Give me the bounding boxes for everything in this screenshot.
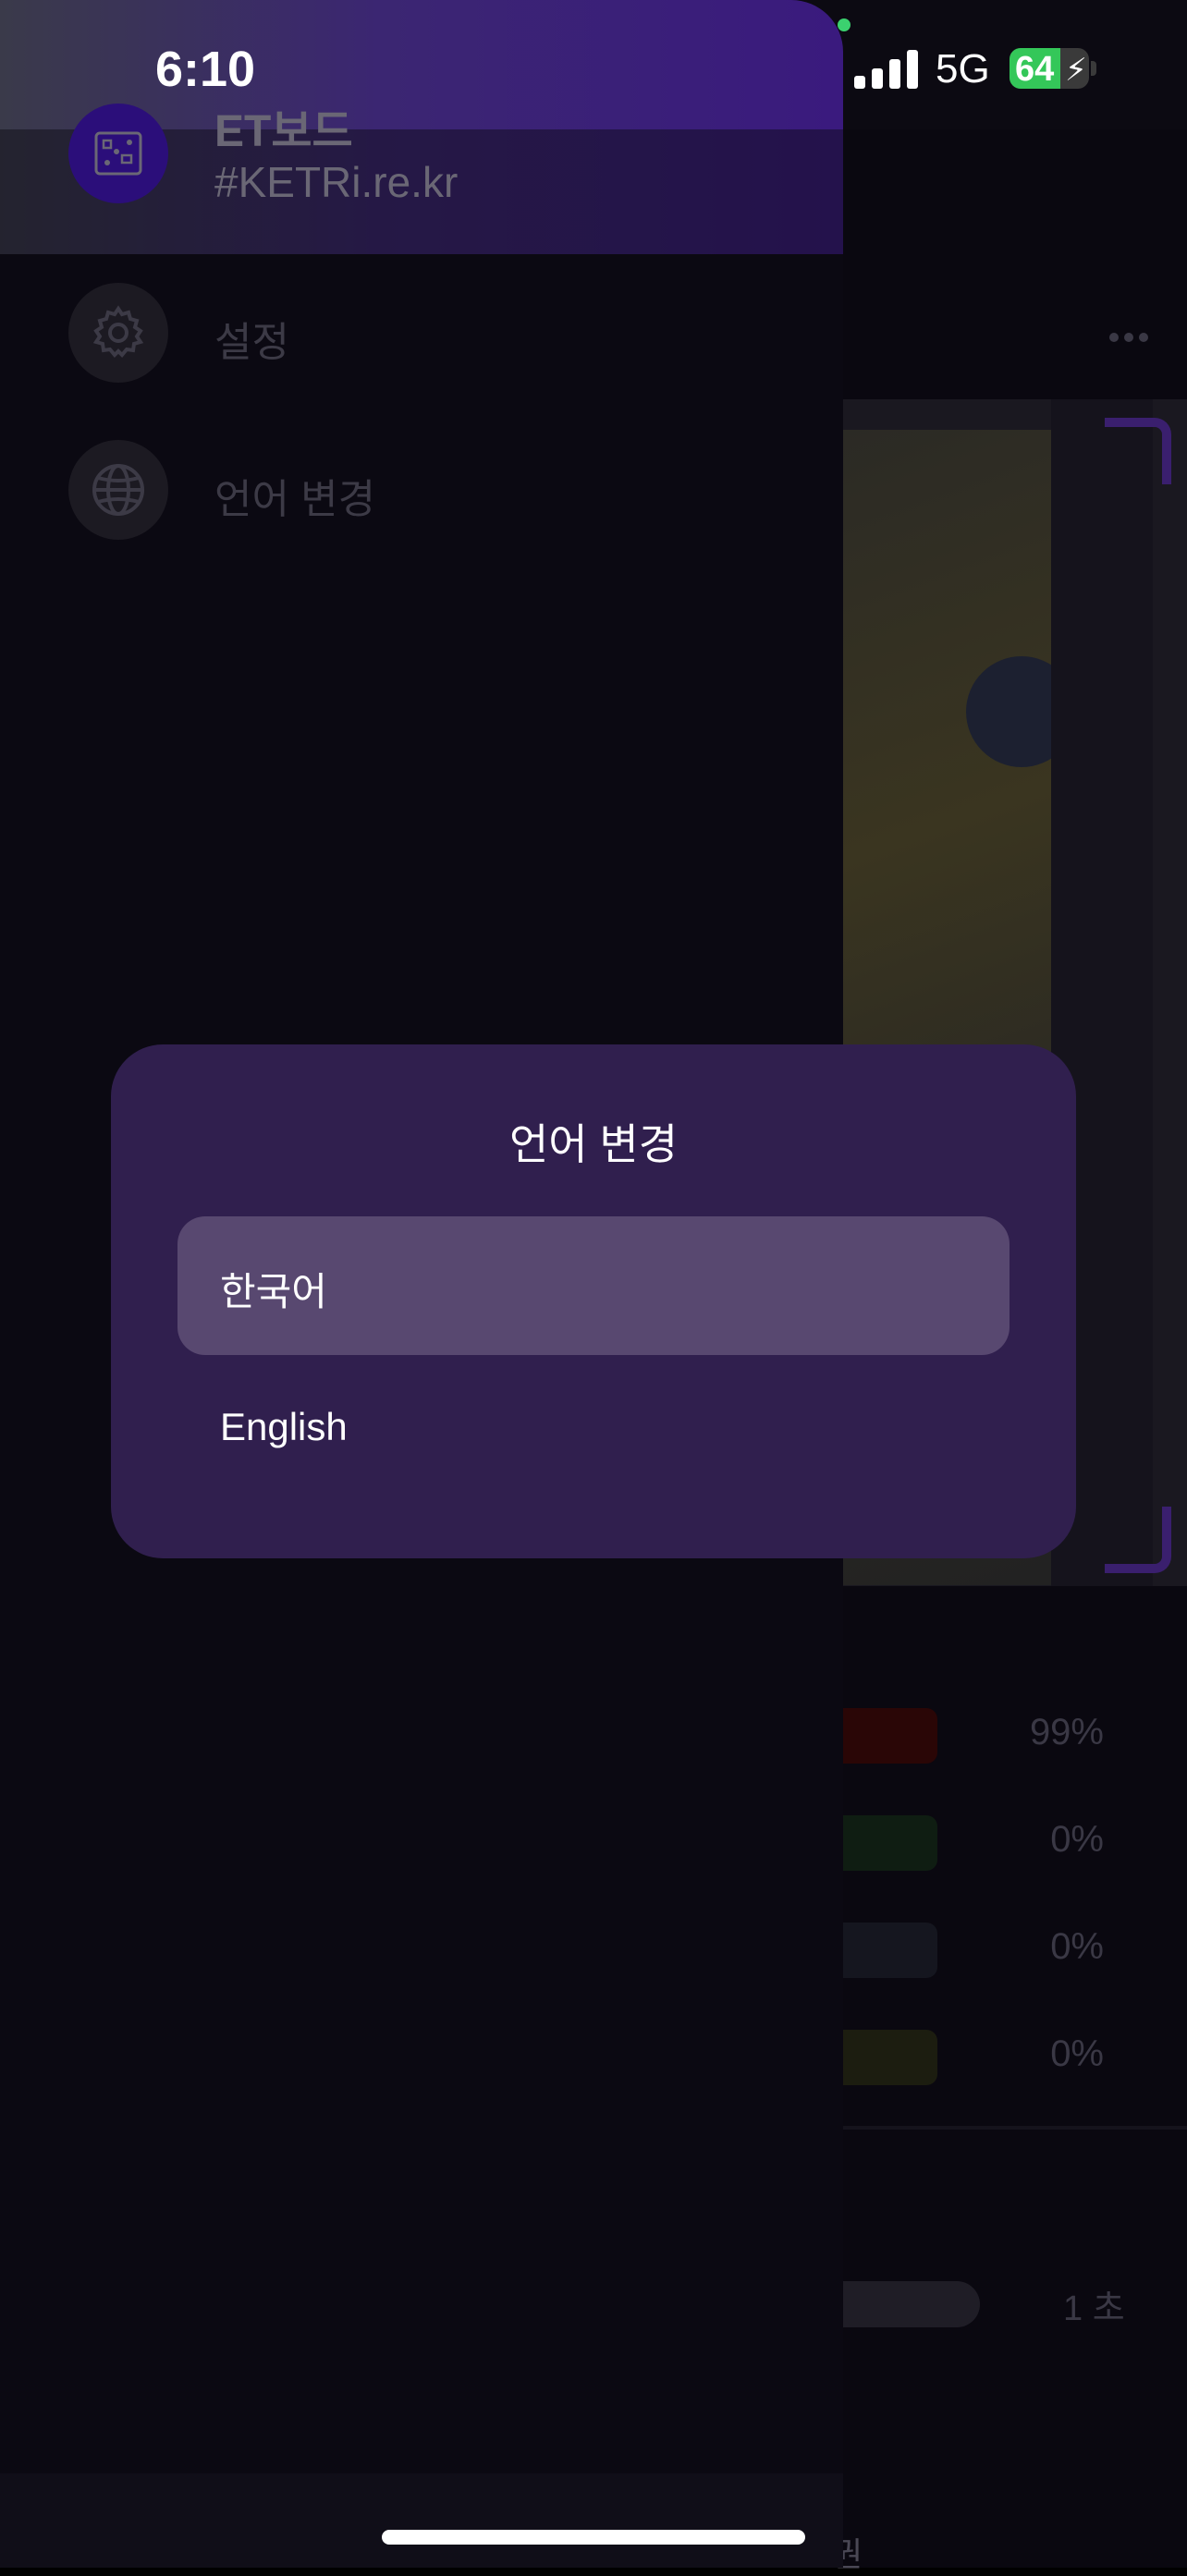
home-indicator[interactable] — [382, 2530, 805, 2545]
more-options-icon[interactable] — [1109, 333, 1150, 344]
language-option-korean[interactable]: 한국어 — [177, 1216, 1010, 1355]
result-percent-2: 0% — [1050, 1819, 1104, 1860]
scan-frame-corner-bottom — [1105, 1507, 1171, 1573]
charging-icon: ⚡ — [1065, 53, 1087, 88]
result-bar-4 — [843, 2030, 937, 2085]
result-bar-2 — [843, 1815, 937, 1871]
battery-icon: 64 ⚡ — [1010, 48, 1089, 89]
language-dialog: 언어 변경 한국어 English — [111, 1044, 1076, 1558]
menu-label-language: 언어 변경 — [214, 477, 376, 522]
battery-percent: 64 — [1015, 50, 1055, 89]
result-percent-4: 0% — [1050, 2033, 1104, 2074]
section-divider — [843, 2126, 1187, 2130]
timer-label: 1 초 — [1063, 2289, 1125, 2328]
board-icon — [94, 131, 142, 176]
option-label: English — [220, 1405, 348, 1448]
camera-in-use-indicator — [838, 18, 850, 31]
network-type: 5G — [936, 46, 990, 92]
status-time: 6:10 — [155, 42, 256, 97]
result-percent-1: 99% — [1029, 1712, 1104, 1752]
drawer-footer — [0, 2473, 843, 2568]
dialog-title: 언어 변경 — [508, 1120, 679, 1168]
result-bar-3 — [843, 1923, 937, 1978]
battery-cap — [1091, 61, 1096, 76]
language-option-english[interactable]: English — [177, 1361, 1010, 1499]
board-id: #KETRi.re.kr — [214, 158, 459, 206]
menu-item-language[interactable]: 언어 변경 — [68, 440, 771, 540]
board-name: ET보드 — [214, 107, 353, 156]
gear-icon — [68, 283, 168, 383]
menu-label-settings: 설정 — [214, 320, 289, 365]
timer-progress-bar — [843, 2281, 980, 2327]
signal-icon — [854, 48, 919, 89]
result-bar-1 — [843, 1708, 937, 1764]
option-label: 한국어 — [220, 1270, 327, 1313]
board-avatar — [68, 104, 168, 203]
menu-item-settings[interactable]: 설정 — [68, 283, 771, 383]
scan-frame-corner-top — [1105, 418, 1171, 484]
globe-icon — [68, 440, 168, 540]
result-percent-3: 0% — [1050, 1926, 1104, 1967]
